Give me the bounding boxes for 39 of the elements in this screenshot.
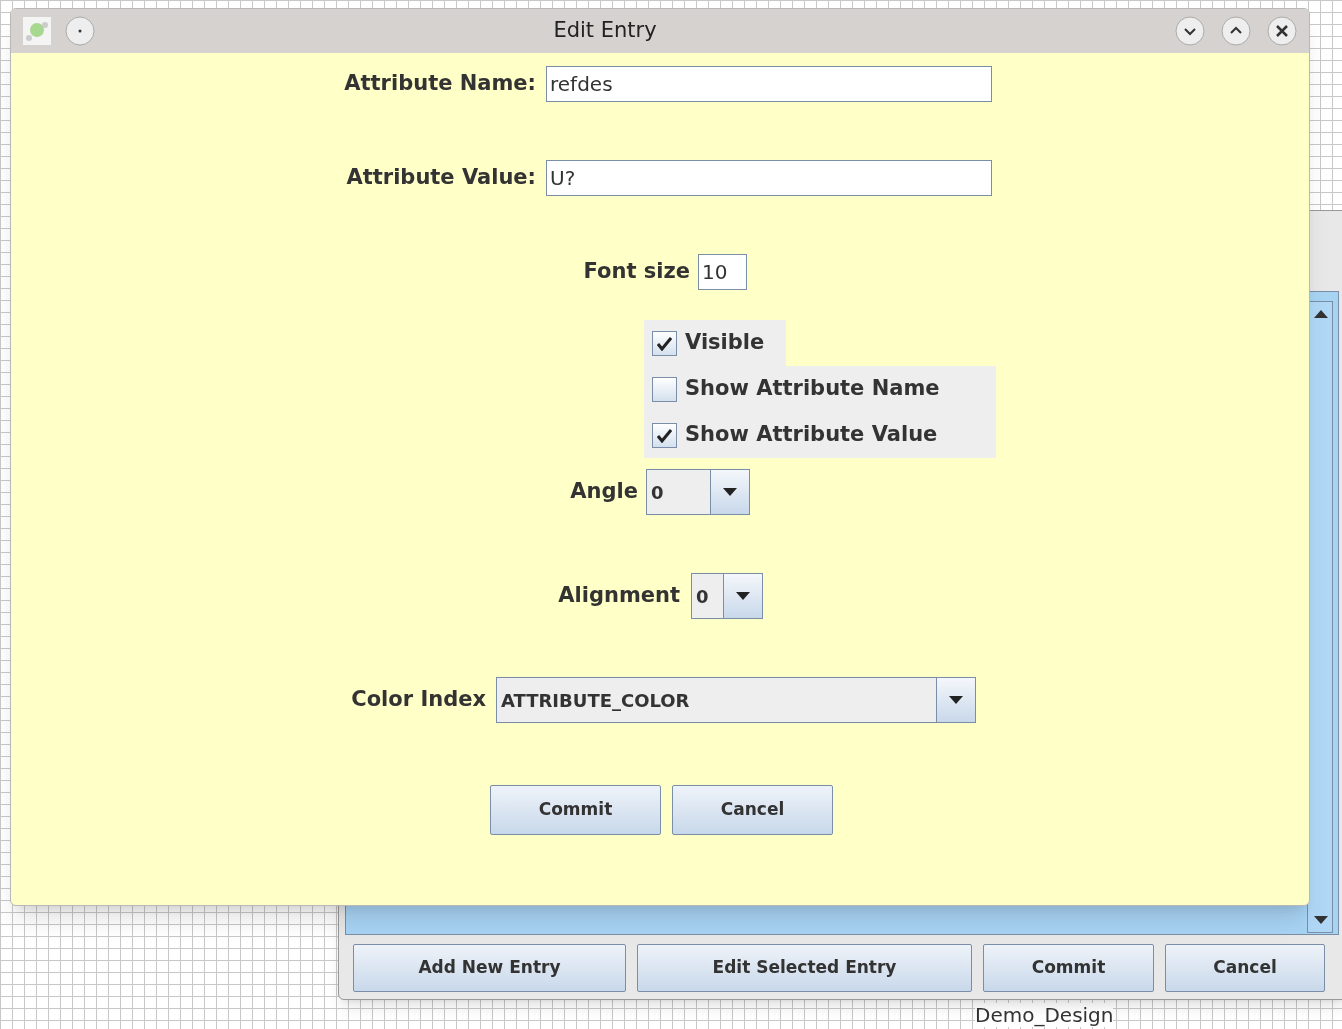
dialog-button[interactable]: Cancel [672, 785, 833, 835]
checkbox-label: Visible [685, 329, 765, 357]
maximize-icon[interactable] [1221, 16, 1251, 46]
scroll-up-icon[interactable] [1314, 310, 1328, 318]
canvas-label: Demo_Design [975, 1003, 1114, 1027]
field-label: Color Index [351, 686, 486, 714]
window-button[interactable]: Commit [983, 944, 1154, 992]
check-icon [657, 335, 672, 351]
scroll-down-icon[interactable] [1314, 916, 1328, 924]
checkbox-label: Show Attribute Name [685, 375, 940, 403]
check-icon [657, 427, 672, 443]
dialog-button[interactable]: Commit [490, 785, 661, 835]
close-icon[interactable] [1267, 16, 1297, 46]
input-field[interactable]: 10 [698, 254, 747, 290]
checkbox[interactable] [652, 376, 677, 402]
field-label: Font size [583, 258, 690, 286]
window-button[interactable]: Add New Entry [353, 944, 626, 992]
checkbox-row[interactable]: Show Attribute Value [644, 412, 996, 458]
checkbox[interactable] [652, 330, 677, 356]
field-label: Attribute Value: [346, 164, 536, 192]
field-label: Alignment [558, 582, 680, 610]
alignment-dropdown[interactable]: 0 [691, 573, 763, 619]
minimize-icon[interactable] [1175, 16, 1205, 46]
angle-dropdown[interactable]: 0 [646, 469, 750, 515]
input-field[interactable]: U? [546, 160, 992, 196]
dropdown-arrow-icon [723, 488, 737, 496]
app-icon [23, 17, 51, 45]
checkbox[interactable] [652, 422, 677, 448]
field-label: Angle [570, 478, 638, 506]
window-button[interactable]: Edit Selected Entry [637, 944, 972, 992]
input-field[interactable]: refdes [546, 66, 992, 102]
checkbox-label: Show Attribute Value [685, 421, 938, 449]
window-button[interactable]: Cancel [1165, 944, 1325, 992]
dropdown-arrow-icon [949, 696, 963, 704]
checkbox-row[interactable]: Visible [644, 320, 786, 366]
window-title: Edit Entry [552, 17, 658, 45]
dropdown-arrow-icon [736, 592, 750, 600]
field-label: Attribute Name: [344, 70, 536, 98]
checkbox-row[interactable]: Show Attribute Name [644, 366, 996, 412]
